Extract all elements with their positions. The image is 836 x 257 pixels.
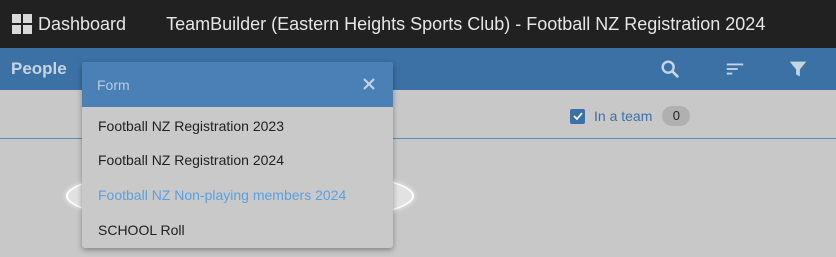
- apps-grid-icon: [12, 14, 32, 34]
- section-title: People: [11, 59, 67, 78]
- check-icon: [572, 112, 583, 121]
- dropdown-title: Form: [97, 76, 130, 93]
- in-team-label: In a team: [594, 108, 653, 124]
- app-title: TeamBuilder (Eastern Heights Sports Club…: [166, 13, 766, 34]
- form-dropdown: Form Football NZ Registration 2023 Footb…: [82, 62, 393, 248]
- dropdown-item-school-roll[interactable]: SCHOOL Roll: [98, 222, 185, 238]
- search-icon[interactable]: [659, 58, 681, 80]
- sort-icon[interactable]: [724, 58, 746, 80]
- in-team-checkbox[interactable]: [570, 108, 585, 124]
- dropdown-item-fnz-nonplaying-2024[interactable]: Football NZ Non-playing members 2024: [98, 187, 346, 203]
- top-bar: Dashboard TeamBuilder (Eastern Heights S…: [0, 0, 836, 48]
- dashboard-link[interactable]: Dashboard: [12, 14, 126, 35]
- in-team-filter: In a team 0: [570, 106, 691, 126]
- close-icon[interactable]: [361, 76, 377, 92]
- dashboard-label: Dashboard: [38, 13, 127, 34]
- dropdown-header: Form: [82, 62, 393, 107]
- dropdown-item-fnz-2023[interactable]: Football NZ Registration 2023: [98, 118, 284, 134]
- dropdown-item-fnz-2024[interactable]: Football NZ Registration 2024: [98, 152, 284, 168]
- filter-icon[interactable]: [787, 58, 809, 80]
- count-badge: 0: [662, 106, 691, 126]
